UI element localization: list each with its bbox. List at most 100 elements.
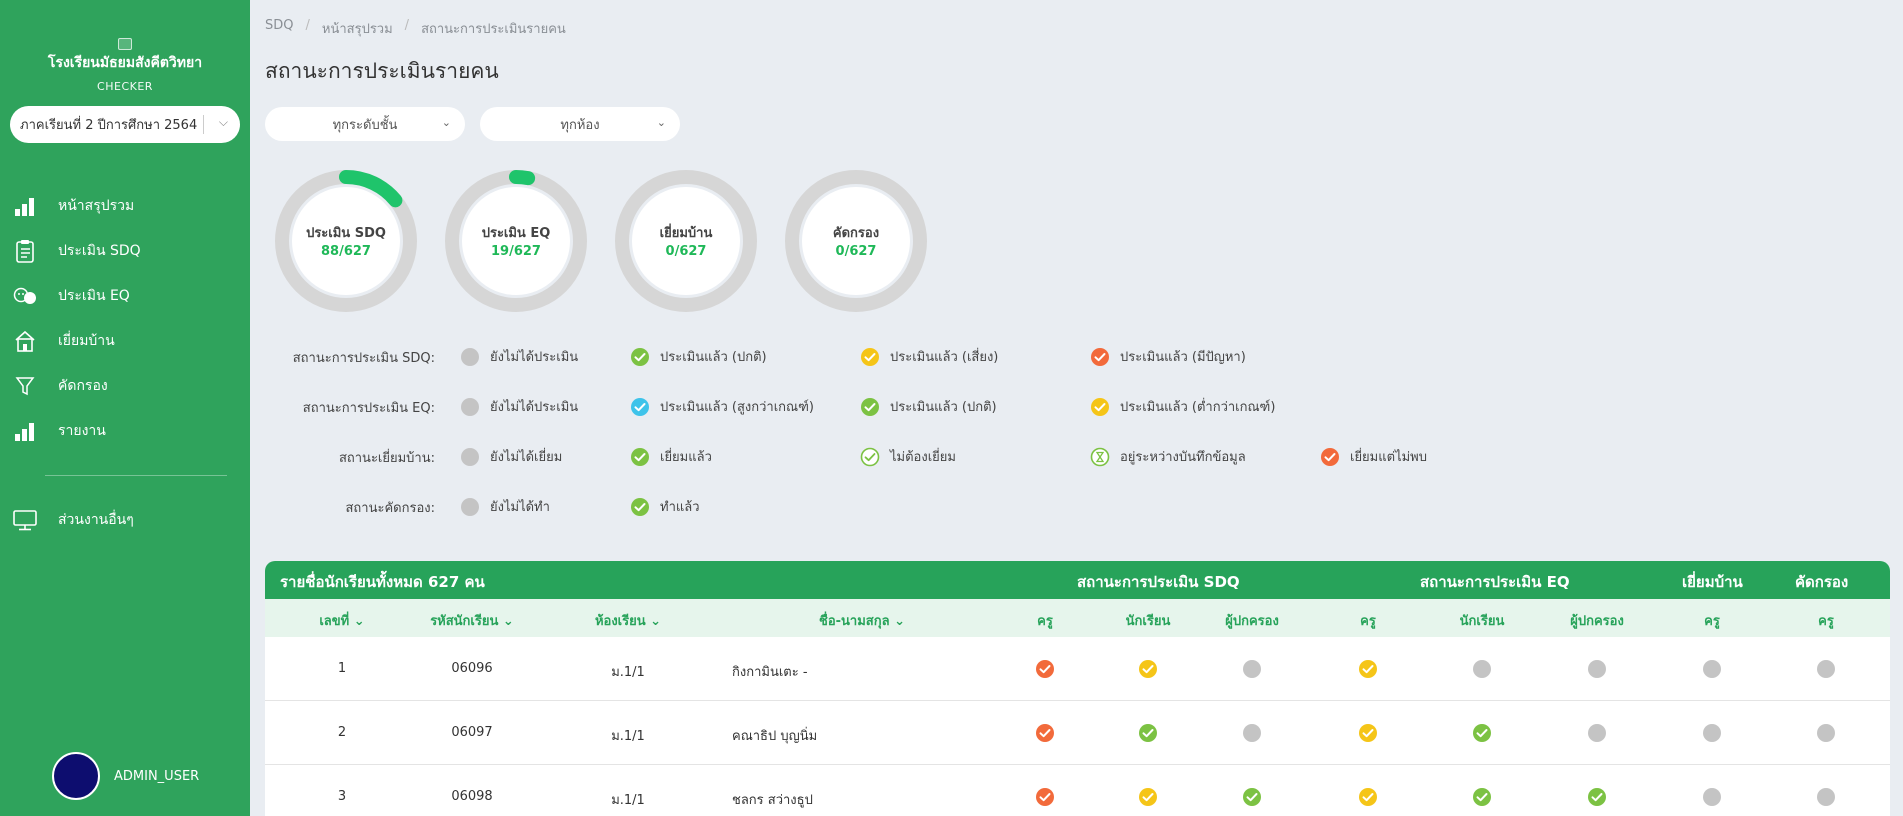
sidebar-item-other[interactable]: ส่วนงานอื่นๆ (0, 497, 250, 542)
sidebar-item-screening[interactable]: คัดกรอง (0, 363, 250, 408)
cell-no: 3 (337, 789, 347, 804)
status-eq-student-icon[interactable] (1472, 723, 1492, 743)
grade-filter-value: ทุกระดับชั้น (332, 117, 398, 133)
status-sdq-teacher-icon[interactable] (1035, 787, 1055, 807)
sidebar-item-summary[interactable]: หน้าสรุปรวม (0, 183, 250, 228)
sidebar-item-report[interactable]: รายงาน (0, 408, 250, 453)
status-sdq-parent-icon[interactable] (1242, 787, 1262, 807)
column-header-room[interactable]: ห้องเรียน ⌄ (595, 610, 661, 631)
status-visit-teacher-icon[interactable] (1702, 659, 1722, 679)
column-header-sdq-student: นักเรียน (1125, 614, 1171, 629)
status-sdq-teacher-icon[interactable] (1035, 723, 1055, 743)
column-header-no[interactable]: เลขที่ ⌄ (319, 610, 364, 631)
legend-label: อยู่ระหว่างบันทึกข้อมูล (1120, 450, 1246, 465)
group-header-screening: คัดกรอง (1795, 573, 1849, 591)
sidebar-item-label: ประเมิน SDQ (58, 242, 141, 259)
legend-label: ประเมินแล้ว (มีปัญหา) (1120, 350, 1246, 365)
column-header-name[interactable]: ชื่อ-นามสกุล ⌄ (819, 610, 905, 631)
status-sdq-parent-icon[interactable] (1242, 659, 1262, 679)
cell-room: ม.1/1 (611, 665, 645, 680)
sidebar-item-label: หน้าสรุปรวม (58, 197, 135, 214)
gauge-sdq: ประเมิน SDQ 88/627 (273, 168, 419, 314)
status-eq-parent-icon[interactable] (1587, 723, 1607, 743)
column-header-eq-student: นักเรียน (1459, 614, 1505, 629)
legend-item: ประเมินแล้ว (ปกติ) (860, 396, 997, 417)
legend-label: ไม่ต้องเยี่ยม (890, 450, 956, 465)
status-eq-parent-icon[interactable] (1587, 787, 1607, 807)
chevron-down-icon: ⌄ (441, 116, 451, 129)
table-body: 1 06096 ม.1/1 กิงกามินเตะ - 2 06097 ม.1/1 คณาธิ… (265, 637, 1890, 816)
status-visit-teacher-icon[interactable] (1702, 787, 1722, 807)
status-not-done-icon (460, 397, 480, 417)
term-select-value: ภาคเรียนที่ 2 ปีการศึกษา 2564 (20, 118, 198, 133)
cell-name: กิงกามินเตะ - (732, 665, 808, 680)
gauge-label: ประเมิน SDQ (306, 226, 386, 241)
chevron-down-icon[interactable]: ⌵ (219, 115, 228, 130)
status-done-icon (630, 497, 650, 517)
status-screening-teacher-icon[interactable] (1816, 787, 1836, 807)
status-sdq-student-icon[interactable] (1138, 723, 1158, 743)
sidebar-item-label: เยี่ยมบ้าน (58, 332, 115, 349)
column-header-screening-teacher: ครู (1818, 614, 1834, 629)
nav-divider (45, 475, 227, 476)
status-eq-student-icon[interactable] (1472, 659, 1492, 679)
legend-item: ประเมินแล้ว (ต่ำกว่าเกณฑ์) (1090, 396, 1275, 417)
status-visit-teacher-icon[interactable] (1702, 723, 1722, 743)
table-row[interactable]: 3 06098 ม.1/1 ชลกร สว่างธูป (265, 765, 1890, 816)
legend-item: ยังไม่ได้ทำ (460, 496, 550, 517)
legend-item: เยี่ยมแต่ไม่พบ (1320, 446, 1427, 467)
status-not-required-icon (860, 447, 880, 467)
grade-filter-select[interactable]: ทุกระดับชั้น ⌄ (265, 107, 465, 141)
status-below-icon (1090, 397, 1110, 417)
status-eq-parent-icon[interactable] (1587, 659, 1607, 679)
term-select[interactable]: ภาคเรียนที่ 2 ปีการศึกษา 2564 ⌵ (10, 106, 240, 143)
status-problem-icon (1090, 347, 1110, 367)
status-eq-student-icon[interactable] (1472, 787, 1492, 807)
status-sdq-teacher-icon[interactable] (1035, 659, 1055, 679)
cell-student-id: 06098 (451, 789, 493, 804)
column-header-sdq-teacher: ครู (1037, 614, 1053, 629)
avatar[interactable] (52, 752, 100, 800)
status-screening-teacher-icon[interactable] (1816, 659, 1836, 679)
status-done-icon (630, 447, 650, 467)
room-filter-select[interactable]: ทุกห้อง ⌄ (480, 107, 680, 141)
sidebar-item-label: รายงาน (58, 422, 106, 439)
status-eq-teacher-icon[interactable] (1358, 723, 1378, 743)
breadcrumb-sdq[interactable]: SDQ (265, 18, 294, 39)
legend-title: สถานะเยี่ยมบ้าน: (338, 451, 435, 466)
status-eq-teacher-icon[interactable] (1358, 659, 1378, 679)
status-eq-teacher-icon[interactable] (1358, 787, 1378, 807)
status-sdq-student-icon[interactable] (1138, 787, 1158, 807)
table-row[interactable]: 1 06096 ม.1/1 กิงกามินเตะ - (265, 637, 1890, 701)
legend-title: สถานะการประเมิน SDQ: (292, 351, 435, 366)
cell-name: คณาธิป บุญนิ่ม (732, 729, 818, 744)
cell-no: 1 (337, 661, 347, 676)
page-title: สถานะการประเมินรายคน (265, 59, 499, 83)
group-header-home-visit: เยี่ยมบ้าน (1682, 573, 1743, 591)
sidebar-item-label: คัดกรอง (58, 377, 108, 394)
gauge-value: 19/627 (491, 244, 541, 259)
user-profile[interactable]: ADMIN_USER (52, 752, 199, 800)
breadcrumb-summary[interactable]: หน้าสรุปรวม (322, 18, 393, 39)
status-screening-teacher-icon[interactable] (1816, 723, 1836, 743)
column-header-sdq-parent: ผู้ปกครอง (1225, 614, 1279, 629)
sidebar-item-sdq[interactable]: ประเมิน SDQ (0, 228, 250, 273)
status-risk-icon (860, 347, 880, 367)
legend-title: สถานะการประเมิน EQ: (302, 401, 435, 416)
legend-label: เยี่ยมแล้ว (660, 450, 712, 465)
status-sdq-student-icon[interactable] (1138, 659, 1158, 679)
legend-label: ประเมินแล้ว (ปกติ) (890, 400, 997, 415)
table-row[interactable]: 2 06097 ม.1/1 คณาธิป บุญนิ่ม (265, 701, 1890, 765)
group-header-sdq: สถานะการประเมิน SDQ (1077, 573, 1240, 591)
legend-item: อยู่ระหว่างบันทึกข้อมูล (1090, 446, 1246, 467)
gauge-screening: คัดกรอง 0/627 (783, 168, 929, 314)
status-normal-icon (630, 347, 650, 367)
chevron-down-icon: ⌄ (656, 116, 666, 129)
legend-label: ประเมินแล้ว (สูงกว่าเกณฑ์) (660, 400, 814, 415)
sidebar-item-home-visit[interactable]: เยี่ยมบ้าน (0, 318, 250, 363)
sidebar-item-eq[interactable]: ประเมิน EQ (0, 273, 250, 318)
status-sdq-parent-icon[interactable] (1242, 723, 1262, 743)
status-not-found-icon (1320, 447, 1340, 467)
column-header-student-id[interactable]: รหัสนักเรียน ⌄ (430, 610, 514, 631)
gauge-value: 88/627 (321, 244, 371, 259)
